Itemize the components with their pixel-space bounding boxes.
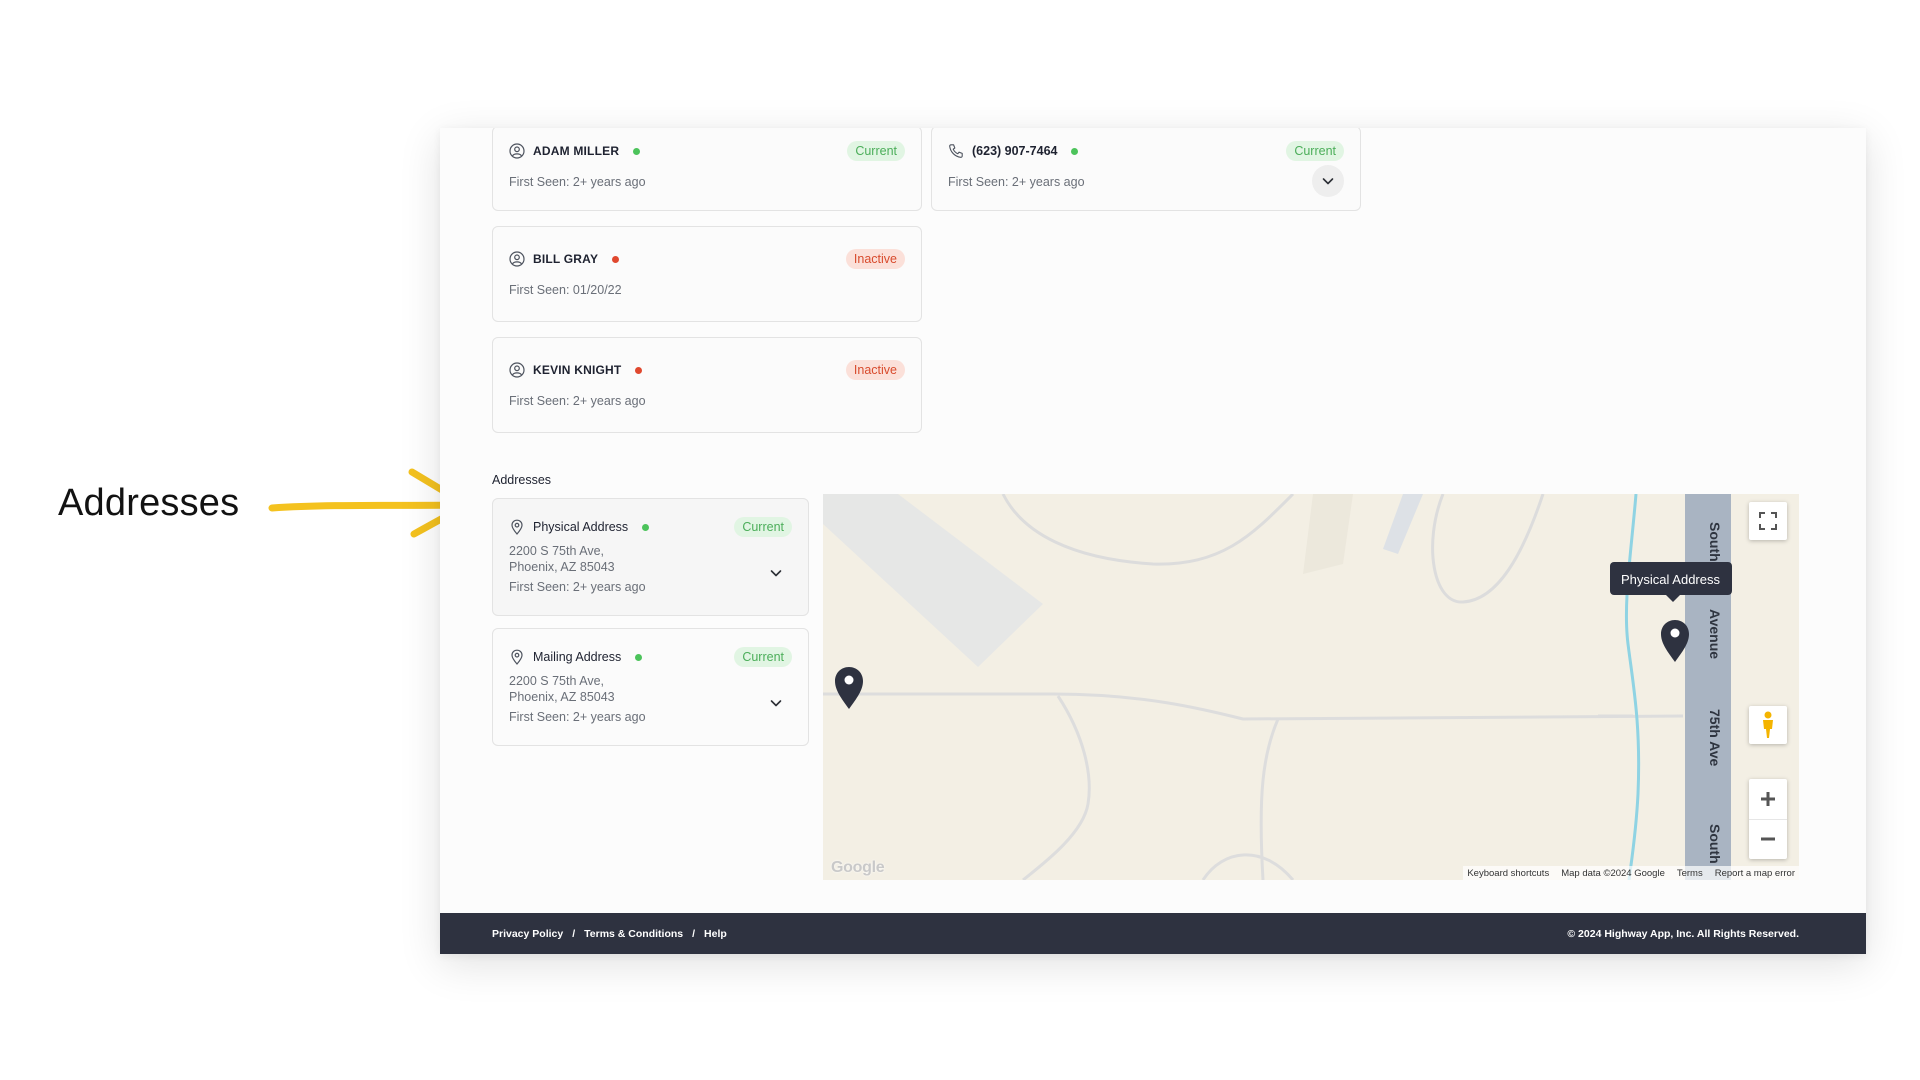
first-seen: First Seen: 2+ years ago	[948, 175, 1085, 189]
chevron-down-icon	[770, 570, 782, 577]
user-circle-icon	[509, 251, 525, 267]
keyboard-shortcuts-link[interactable]: Keyboard shortcuts	[1467, 868, 1549, 879]
plus-icon	[1761, 791, 1775, 806]
map-data-text: Map data ©2024 Google	[1561, 867, 1665, 879]
phone-icon	[949, 144, 963, 158]
address-line-2: Phoenix, AZ 85043	[509, 560, 615, 574]
map-pin-icon[interactable]	[1659, 619, 1691, 663]
street-view-button[interactable]	[1749, 706, 1787, 744]
minus-icon	[1761, 837, 1775, 841]
contact-card[interactable]: KEVIN KNIGHT Inactive First Seen: 2+ yea…	[492, 337, 922, 433]
terms-link[interactable]: Terms & Conditions	[584, 928, 683, 940]
status-dot	[635, 366, 643, 374]
status-dot	[1071, 147, 1079, 155]
contact-name: KEVIN KNIGHT	[533, 363, 622, 377]
first-seen: First Seen: 2+ years ago	[509, 710, 646, 724]
zoom-in-button[interactable]	[1749, 779, 1787, 820]
contact-name: BILL GRAY	[533, 252, 599, 266]
phone-card[interactable]: (623) 907-7464 Current First Seen: 2+ ye…	[931, 128, 1361, 211]
address-type: Mailing Address	[533, 650, 622, 664]
section-title-addresses: Addresses	[492, 473, 552, 487]
copyright: © 2024 Highway App, Inc. All Rights Rese…	[1567, 928, 1799, 940]
map-tooltip: Physical Address	[1610, 562, 1732, 602]
contact-card[interactable]: BILL GRAY Inactive First Seen: 01/20/22	[492, 226, 922, 322]
first-seen: First Seen: 2+ years ago	[509, 175, 646, 189]
first-seen: First Seen: 2+ years ago	[509, 394, 646, 408]
phone-number: (623) 907-7464	[972, 144, 1058, 158]
user-circle-icon	[509, 143, 525, 159]
address-map[interactable]: South Avenue 75th Ave South Physical Add…	[823, 494, 1799, 880]
address-line-1: 2200 S 75th Ave,	[509, 674, 604, 688]
road-label: South	[1707, 522, 1723, 562]
help-link[interactable]: Help	[704, 928, 727, 940]
road-label: Avenue	[1707, 609, 1723, 660]
status-dot	[612, 255, 620, 263]
address-line-2: Phoenix, AZ 85043	[509, 690, 615, 704]
map-pin-icon	[511, 519, 523, 535]
chevron-down-icon	[1322, 178, 1334, 185]
address-card-mailing[interactable]: Mailing Address Current 2200 S 75th Ave,…	[492, 628, 809, 746]
address-line-1: 2200 S 75th Ave,	[509, 544, 604, 558]
app-window: ADAM MILLER Current First Seen: 2+ years…	[440, 128, 1866, 954]
google-logo: Google	[831, 859, 885, 876]
footer-separator: /	[692, 928, 696, 940]
expand-button[interactable]	[1312, 165, 1344, 197]
status-badge: Current	[734, 647, 792, 667]
status-badge: Current	[1286, 141, 1344, 161]
fullscreen-icon	[1759, 512, 1777, 530]
status-dot	[642, 523, 650, 531]
chevron-down-icon	[770, 700, 782, 707]
map-attribution: Keyboard shortcuts Map data ©2024 Google…	[1463, 866, 1799, 880]
fullscreen-button[interactable]	[1749, 502, 1787, 540]
expand-button[interactable]	[760, 557, 792, 589]
footer: Privacy Policy / Terms & Conditions / He…	[440, 913, 1866, 954]
map-pin-icon[interactable]	[833, 666, 865, 710]
status-badge: Inactive	[845, 249, 905, 269]
contact-card[interactable]: ADAM MILLER Current First Seen: 2+ years…	[492, 128, 922, 211]
status-dot	[635, 653, 643, 661]
road-label: South	[1707, 824, 1723, 864]
map-pin-icon	[511, 649, 523, 665]
first-seen: First Seen: 2+ years ago	[509, 580, 646, 594]
address-card-physical[interactable]: Physical Address Current 2200 S 75th Ave…	[492, 498, 809, 616]
pegman-icon	[1763, 711, 1773, 738]
contact-name: ADAM MILLER	[533, 144, 620, 158]
expand-button[interactable]	[760, 687, 792, 719]
report-map-error-link[interactable]: Report a map error	[1715, 868, 1795, 879]
annotation-label: Addresses	[58, 482, 240, 524]
privacy-policy-link[interactable]: Privacy Policy	[492, 928, 563, 940]
footer-separator: /	[572, 928, 576, 940]
user-circle-icon	[509, 362, 525, 378]
first-seen: First Seen: 01/20/22	[509, 283, 622, 297]
map-background	[823, 494, 1731, 880]
status-badge: Current	[847, 141, 905, 161]
status-dot	[633, 147, 641, 155]
status-badge: Current	[734, 517, 792, 537]
status-badge: Inactive	[845, 360, 905, 380]
zoom-controls	[1749, 779, 1787, 859]
address-type: Physical Address	[533, 520, 629, 534]
map-terms-link[interactable]: Terms	[1677, 868, 1703, 879]
road-label: 75th Ave	[1707, 709, 1723, 767]
zoom-out-button[interactable]	[1749, 820, 1787, 860]
